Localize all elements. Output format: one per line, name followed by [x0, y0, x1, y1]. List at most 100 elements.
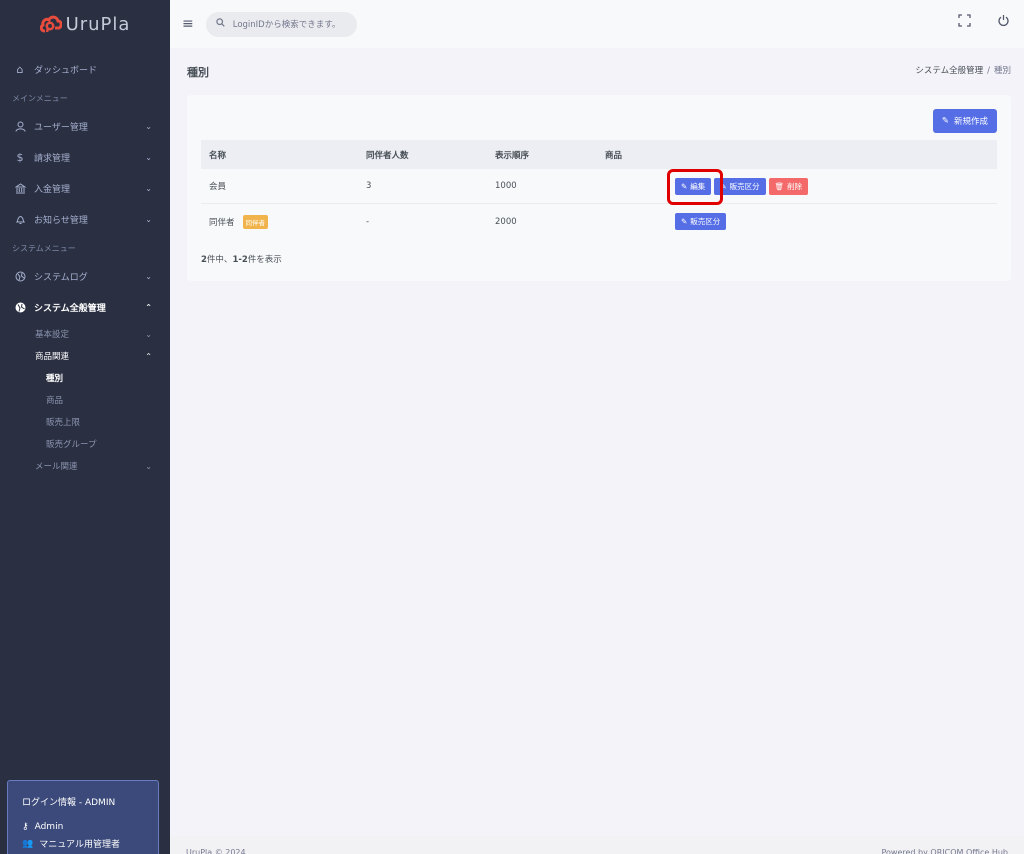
chevron-down-icon: ⌄ — [145, 329, 152, 339]
cell-companions: - — [366, 216, 370, 227]
col-header-order: 表示順序 — [495, 150, 530, 161]
login-role-row: 👥 マニュアル用管理者 — [22, 837, 144, 851]
breadcrumb-current: 種別 — [993, 66, 1011, 76]
login-info-panel: ログイン情報 - ADMIN ⚷ Admin 👥 マニュアル用管理者 — [7, 780, 159, 854]
sidebar-subitem-sales-group[interactable]: 販売グループ — [0, 433, 170, 455]
table-row: 同伴者 同伴者 - 2000 ✎ 販売区分 — [201, 204, 997, 239]
chevron-up-icon: ⌃ — [145, 303, 152, 312]
login-info-title: ログイン情報 - ADMIN — [22, 798, 116, 808]
edit-button-wrap: ✎ 編集 — [667, 168, 723, 205]
search-icon — [216, 18, 225, 30]
users-icon: 👥 — [22, 838, 34, 849]
menu-toggle-icon[interactable]: ≡ — [182, 16, 194, 32]
row-name: 同伴者 — [209, 217, 235, 228]
login-user-name: Admin — [34, 822, 64, 832]
cell-name: 同伴者 同伴者 — [201, 214, 366, 229]
table-row: 会員 3 1000 ✎ 編集 ✎ 販売区分 🗑 削除 — [201, 168, 997, 205]
chevron-down-icon: ⌄ — [145, 272, 152, 281]
breadcrumb-parent[interactable]: システム全般管理 — [915, 66, 983, 76]
breadcrumb: システム全般管理 / 種別 — [915, 64, 1011, 80]
sidebar-item-label: システムログ — [34, 273, 88, 283]
col-header-product: 商品 — [605, 150, 623, 161]
trash-icon: 🗑 — [774, 181, 785, 191]
chevron-down-icon: ⌄ — [145, 122, 152, 131]
sidebar-item-label: 基本設定 — [35, 330, 70, 340]
delete-button[interactable]: 🗑 削除 — [768, 177, 809, 195]
row-name: 会員 — [209, 182, 227, 192]
user-icon — [14, 121, 26, 133]
sales-category-label: 販売区分 — [729, 181, 760, 191]
new-button[interactable]: ✎ 新規作成 — [932, 109, 997, 133]
chevron-down-icon: ⌄ — [145, 215, 152, 224]
sales-category-button[interactable]: ✎ 販売区分 — [675, 213, 727, 230]
pencil-icon: ✎ — [681, 181, 688, 191]
dollar-icon: $ — [16, 151, 24, 164]
bank-icon — [14, 183, 26, 195]
table-header: 名称 同伴者人数 表示順序 商品 — [201, 140, 997, 169]
sidebar: UruPla ⌂ ダッシュボード メインメニュー ユーザー管理 ⌄ $ 請求管理… — [0, 0, 170, 854]
footer-copyright: UruPla © 2024 — [186, 848, 246, 854]
logo[interactable]: UruPla — [0, 0, 170, 48]
chevron-down-icon: ⌄ — [145, 153, 152, 162]
search-input[interactable]: LoginIDから検索できます。 — [205, 11, 357, 37]
cell-actions: ✎ 編集 ✎ 販売区分 🗑 削除 — [667, 168, 997, 205]
power-icon[interactable] — [997, 14, 1010, 31]
count-range: 1-2 — [232, 255, 248, 265]
footer-powered: Powered by ORICOM Office Hub — [881, 848, 1008, 854]
sales-category-label: 販売区分 — [690, 217, 721, 226]
sidebar-item-label: ユーザー管理 — [34, 123, 88, 133]
breadcrumb-separator: / — [987, 66, 990, 76]
delete-button-label: 削除 — [787, 181, 803, 191]
edit-button[interactable]: ✎ 編集 — [675, 177, 712, 195]
cell-actions: ✎ 販売区分 — [675, 213, 997, 230]
sidebar-item-dashboard[interactable]: ⌂ ダッシュボード — [0, 54, 170, 85]
page-header: 種別 システム全般管理 / 種別 — [187, 64, 1011, 80]
pencil-icon: ✎ — [720, 181, 727, 191]
sidebar-subitem-product-rel[interactable]: 商品関連 ⌃ — [0, 345, 170, 367]
pencil-icon: ✎ — [941, 116, 949, 126]
fullscreen-icon[interactable] — [958, 14, 971, 31]
sidebar-item-label: メール関連 — [35, 462, 78, 472]
count-suffix: 件を表示 — [247, 255, 282, 265]
companion-badge: 同伴者 — [242, 214, 269, 229]
edit-button-label: 編集 — [690, 181, 706, 191]
type-list-card: ✎ 新規作成 名称 同伴者人数 表示順序 商品 会員 3 1000 ✎ 編集 ✎… — [187, 95, 1011, 281]
search-placeholder: LoginIDから検索できます。 — [232, 20, 341, 30]
chevron-down-icon: ⌄ — [145, 461, 152, 471]
pencil-icon: ✎ — [681, 217, 688, 226]
page-title: 種別 — [187, 66, 209, 79]
home-icon: ⌂ — [16, 63, 24, 76]
sidebar-subitem-basic[interactable]: 基本設定 ⌄ — [0, 323, 170, 345]
sidebar-item-notices[interactable]: お知らせ管理 ⌄ — [0, 204, 170, 235]
sidebar-item-label: システム全般管理 — [34, 304, 106, 314]
sidebar-item-system-log[interactable]: システムログ ⌄ — [0, 261, 170, 292]
chevron-up-icon: ⌃ — [145, 351, 152, 361]
login-role: マニュアル用管理者 — [39, 840, 120, 850]
key-icon: ⚷ — [22, 822, 29, 832]
logo-cloud-icon — [39, 15, 62, 33]
globe-icon — [14, 271, 26, 283]
chevron-down-icon: ⌄ — [145, 184, 152, 193]
login-user-row: ⚷ Admin — [22, 822, 144, 832]
sidebar-item-label: ダッシュボード — [34, 66, 98, 76]
topbar-actions — [958, 14, 1010, 31]
col-header-name: 名称 — [209, 150, 227, 161]
sidebar-item-billing[interactable]: $ 請求管理 ⌄ — [0, 142, 170, 173]
cell-order: 1000 — [495, 181, 517, 191]
sidebar-subitem-product[interactable]: 商品 — [0, 389, 170, 411]
new-button-label: 新規作成 — [953, 117, 988, 127]
cell-name: 会員 — [201, 180, 366, 192]
sidebar-subitem-mail-rel[interactable]: メール関連 ⌄ — [0, 455, 170, 477]
sidebar-item-label: 入金管理 — [34, 185, 71, 195]
brand-name: UruPla — [65, 13, 131, 35]
sidebar-item-system-admin[interactable]: システム全般管理 ⌃ — [0, 292, 170, 323]
sales-category-button[interactable]: ✎ 販売区分 — [714, 177, 766, 195]
bell-icon — [14, 214, 26, 226]
sidebar-subitem-sales-limit[interactable]: 販売上限 — [0, 411, 170, 433]
sidebar-item-payments[interactable]: 入金管理 ⌄ — [0, 173, 170, 204]
sidebar-item-users[interactable]: ユーザー管理 ⌄ — [0, 111, 170, 142]
sidebar-item-label: 商品関連 — [35, 352, 70, 362]
sidebar-subitem-type[interactable]: 種別 — [0, 367, 170, 389]
count-mid: 件中、 — [206, 255, 233, 265]
record-count: 2件中、1-2件を表示 — [201, 253, 282, 265]
